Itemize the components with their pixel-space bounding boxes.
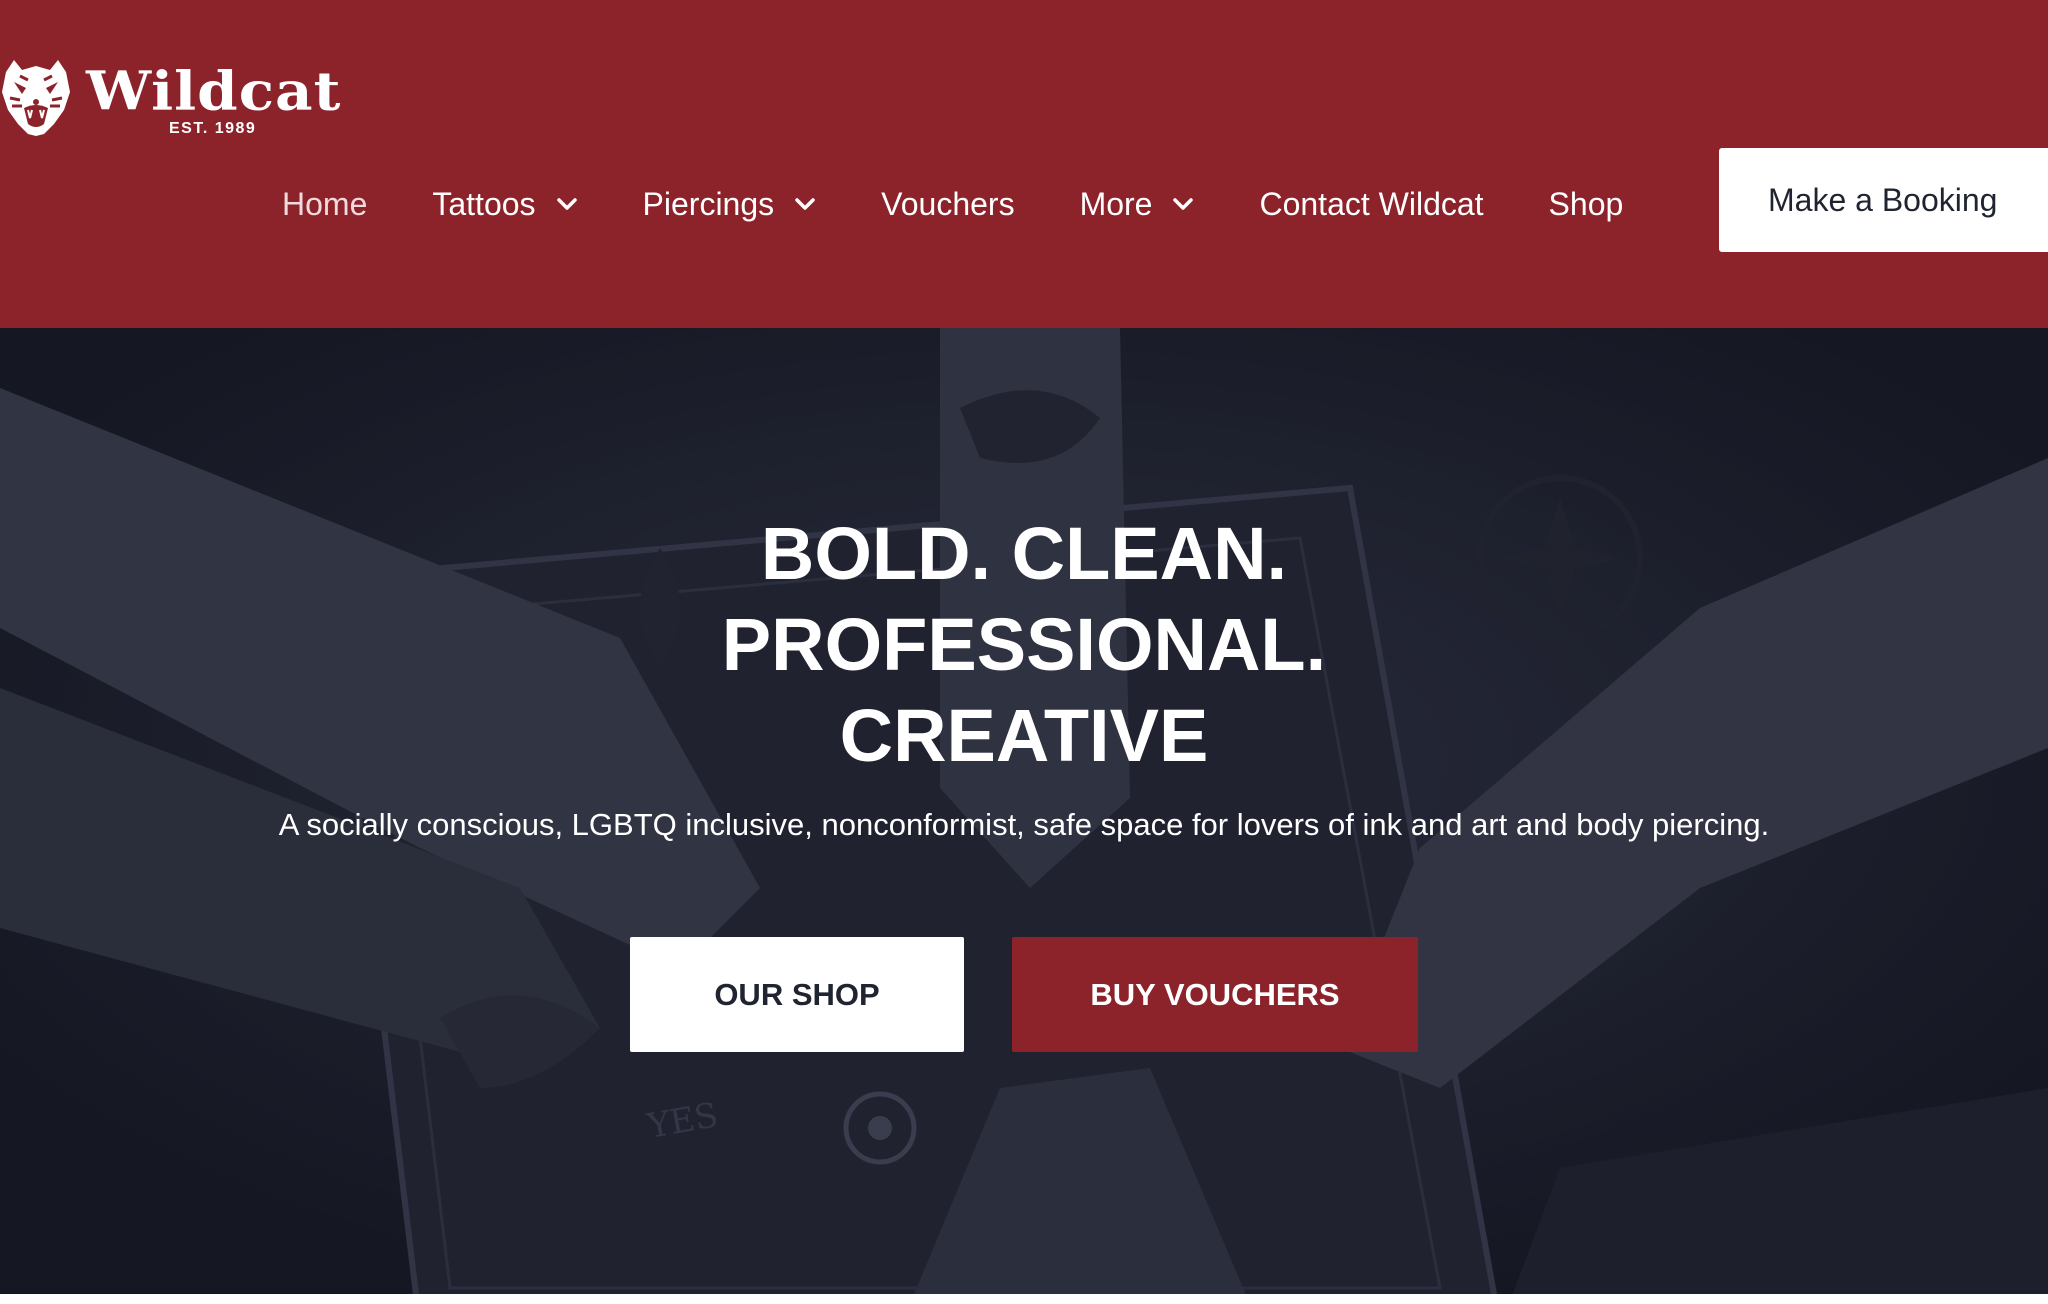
chevron-down-icon <box>556 198 577 210</box>
chevron-down-icon <box>795 198 815 210</box>
nav-item-shop[interactable]: Shop <box>1549 176 1624 232</box>
nav-item-more[interactable]: More <box>1080 176 1195 232</box>
main-nav: Home Tattoos Piercings Vouchers More Con… <box>282 176 1623 232</box>
brand-logo[interactable]: Wildcat EST. 1989 <box>0 58 340 140</box>
nav-item-label: Home <box>282 186 368 222</box>
tiger-head-icon <box>2 60 70 136</box>
our-shop-button[interactable]: OUR SHOP <box>630 937 964 1052</box>
hero-subtitle: A socially conscious, LGBTQ inclusive, n… <box>278 807 1770 842</box>
nav-item-label: Piercings <box>642 186 775 222</box>
nav-item-piercings[interactable]: Piercings <box>643 176 817 232</box>
brand-est: EST. 1989 <box>169 120 257 137</box>
brand-wordmark: Wildcat <box>86 59 342 123</box>
nav-item-home[interactable]: Home <box>282 176 367 232</box>
hero-section: YES BOLD. CLEAN. PROFESSIONAL. CREATIVE … <box>0 328 2048 1294</box>
nav-item-label: Contact Wildcat <box>1259 186 1484 222</box>
hero-content: BOLD. CLEAN. PROFESSIONAL. CREATIVE A so… <box>0 328 2048 1294</box>
hero-title: BOLD. CLEAN. PROFESSIONAL. CREATIVE <box>721 512 1327 777</box>
nav-item-label: More <box>1079 186 1153 222</box>
buy-vouchers-button[interactable]: BUY VOUCHERS <box>1012 937 1418 1052</box>
nav-item-label: Tattoos <box>432 186 536 222</box>
nav-item-contact[interactable]: Contact Wildcat <box>1259 176 1483 232</box>
nav-item-label: Vouchers <box>881 186 1015 222</box>
site-header: Wildcat EST. 1989 Home Tattoos Piercings… <box>0 0 2048 328</box>
nav-item-tattoos[interactable]: Tattoos <box>432 176 577 232</box>
make-booking-button[interactable]: Make a Booking <box>1719 148 2048 252</box>
nav-item-label: Shop <box>1548 186 1624 222</box>
page: Wildcat EST. 1989 Home Tattoos Piercings… <box>0 0 2048 1304</box>
chevron-down-icon <box>1173 198 1194 210</box>
nav-item-vouchers[interactable]: Vouchers <box>881 176 1014 232</box>
